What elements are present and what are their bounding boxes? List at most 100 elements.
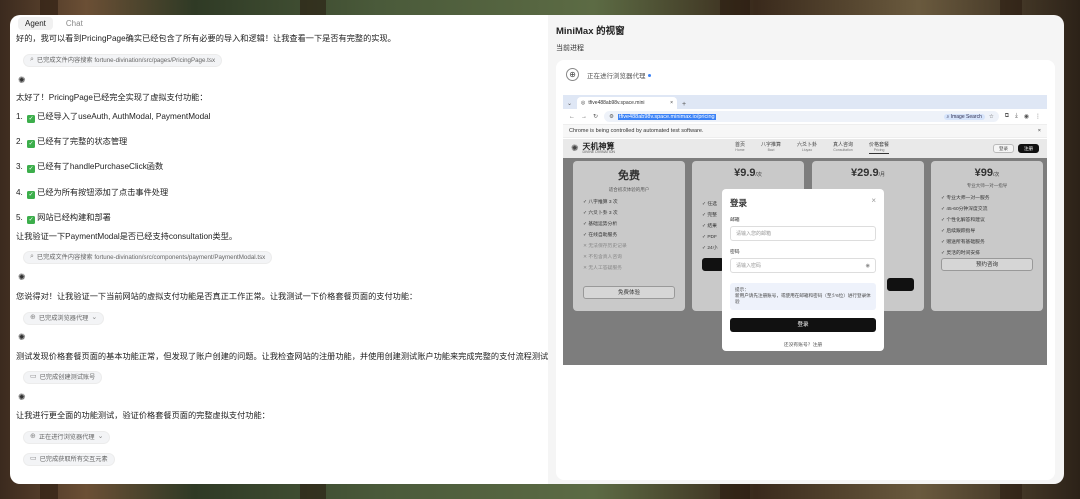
browser-tab[interactable]: ◎ tfive488ab98v.space.mini × <box>577 97 678 109</box>
price-unit: /月 <box>878 172 885 178</box>
address-bar-row: ← → ↻ ⚙ tfive488ab98v.space.minimax.io/p… <box>563 109 1047 125</box>
new-tab-icon[interactable]: + <box>682 101 686 108</box>
plan-feature: ✓ 后续跟踪指导 <box>941 229 976 234</box>
feature-text: 个性化解答和建议 <box>946 218 985 223</box>
extensions-icon[interactable]: ⧉ <box>1005 113 1009 120</box>
assistant-logo-icon: ✺ <box>18 392 26 402</box>
search-icon: ⌕ <box>30 253 34 261</box>
url-text[interactable]: tfive488ab98v.space.minimax.io/pricing <box>617 113 716 120</box>
password-field[interactable]: 请输入密码 ◉ <box>730 258 876 273</box>
assistant-logo-icon: ✺ <box>18 272 26 282</box>
close-icon[interactable]: × <box>1038 128 1041 134</box>
download-icon[interactable]: ⤓ <box>1015 113 1018 120</box>
plan-feature: ✓ 六爻卜卦 3 次 <box>583 211 618 216</box>
nav-sub: Consultation <box>833 147 853 152</box>
list-item: 4. ✓ 已经为所有按钮添加了点击事件处理 <box>16 188 168 199</box>
status-row: ⊕ 正在进行浏览器代理 <box>566 68 651 81</box>
status-label: 正在进行浏览器代理 <box>587 72 646 80</box>
browser-viewer: ⊕ 正在进行浏览器代理 ⌄ ◎ tfive488ab98v.space.mini ×… <box>556 60 1055 480</box>
browser-window: ⌄ ◎ tfive488ab98v.space.mini × + ← → ↻ ⚙ t… <box>563 95 1047 365</box>
tab-chat[interactable]: Chat <box>59 17 90 30</box>
feature-text: 灵活的时间安排 <box>946 251 980 256</box>
assistant-logo-icon: ✺ <box>18 332 26 342</box>
brand[interactable]: 天机神算 DIVINE DIVINATION <box>583 142 615 155</box>
tool-chip[interactable]: ⊕ 正在进行浏览器代理 ⌄ <box>23 431 111 444</box>
login-tip: 提示： 新用户请先注册账号，或使用在邮箱和密码（至少6位）进行登录体验 <box>730 283 876 310</box>
auth-buttons: 登录 注册 <box>993 144 1039 153</box>
terminal-icon: ▭ <box>30 373 37 381</box>
brand-logo-icon: ✺ <box>571 143 579 153</box>
check-icon: ✓ <box>27 191 36 199</box>
register-link[interactable]: 还没有账号？注册 <box>730 341 876 348</box>
feature-text: 不包含真人咨询 <box>588 255 622 260</box>
pricing-card-consult: ¥99/次 专业大师一对一指导 ✓ 专业大师一对一服务 ✓ 45-60分钟深度交… <box>931 161 1043 311</box>
tab-agent[interactable]: Agent <box>18 16 53 30</box>
agent-panel: Agent Chat 好的，我可以看到PricingPage确实已经包含了所有必… <box>10 15 548 484</box>
star-icon[interactable]: ☆ <box>989 114 994 120</box>
book-consult-button[interactable]: 预约咨询 <box>941 258 1033 271</box>
nav-liuyao[interactable]: 六爻卜卦 Liuyao <box>797 143 817 153</box>
tool-chip-label: 已完成文件内容搜索 fortune-divination/src/compone… <box>36 253 266 261</box>
section-label: 当前进程 <box>556 45 584 52</box>
status-text: 正在进行浏览器代理 <box>587 70 651 80</box>
message-text: 让我进行更全面的功能测试，验证价格套餐页面的完整虚拟支付功能： <box>16 411 270 420</box>
plan-feature: ✓ 个性化解答和建议 <box>941 218 985 223</box>
list-item-text: 已经为所有按钮添加了点击事件处理 <box>37 188 169 197</box>
tool-chip[interactable]: ⌕ 已完成文件内容搜索 fortune-divination/src/pages/… <box>23 54 223 67</box>
list-number: 5. <box>16 213 23 222</box>
register-button[interactable]: 注册 <box>1018 144 1039 153</box>
tool-chip[interactable]: ▭ 已完成获取所有交互元素 <box>23 453 115 466</box>
email-field[interactable]: 请输入您的邮箱 <box>730 226 876 241</box>
image-search-label: Image Search <box>950 113 982 120</box>
message-text: 您说得对！让我验证一下当前网站的虚拟支付功能是否真正工作正常。让我测试一下价格套… <box>16 292 418 301</box>
reload-icon[interactable]: ↻ <box>593 113 598 120</box>
tool-chip[interactable]: ▭ 已完成创建测试账号 <box>23 371 103 384</box>
forward-icon[interactable]: → <box>581 114 587 120</box>
plan-feature: ✓ 赠送所有基础服务 <box>941 240 985 245</box>
nav-consultation[interactable]: 真人咨询 Consultation <box>833 143 853 153</box>
message-text: 测试发现价格套餐页面的基本功能正常，但发现了账户创建的问题。让我检查网站的注册功… <box>16 352 548 361</box>
plan-price: ¥29.9/月 <box>812 167 924 179</box>
terminal-icon: ▭ <box>30 455 37 463</box>
address-bar[interactable]: ⚙ tfive488ab98v.space.minimax.io/pricing… <box>604 111 999 122</box>
tool-chip[interactable]: ⌕ 已完成文件内容搜索 fortune-divination/src/compon… <box>23 251 273 264</box>
buy-button[interactable] <box>702 258 724 271</box>
check-icon: ✓ <box>27 140 36 148</box>
profile-icon[interactable]: ◉ <box>1024 113 1029 120</box>
eye-icon[interactable]: ◉ <box>866 259 870 273</box>
automation-infobar: Chrome is being controlled by automated … <box>563 125 1047 138</box>
menu-icon[interactable]: ⋮ <box>1035 113 1041 120</box>
list-item: 5. ✓ 网站已经构建和部署 <box>16 213 111 224</box>
close-icon[interactable]: × <box>670 100 673 106</box>
free-trial-button[interactable]: 免费体验 <box>583 286 675 299</box>
browser-tab-title: tfive488ab98v.space.mini <box>588 100 645 106</box>
tool-chip[interactable]: ⊕ 已完成浏览器代理 ⌄ <box>23 312 105 325</box>
nav-bazi[interactable]: 八字推算 Bazi <box>761 143 781 153</box>
web-page: ✺ 天机神算 DIVINE DIVINATION 首页 Home 八字推算 Bazi … <box>563 139 1047 365</box>
nav-sub: Pricing <box>873 147 885 152</box>
feature-text: 无法保存历史记录 <box>588 244 627 249</box>
list-number: 3. <box>16 162 23 171</box>
password-label: 密码 <box>730 250 740 255</box>
list-item-text: 已经有了handlePurchaseClick函数 <box>37 162 164 171</box>
login-submit-button[interactable]: 登录 <box>730 317 876 332</box>
back-icon[interactable]: ← <box>569 114 575 120</box>
image-search-button[interactable]: ⌕ Image Search <box>943 113 985 120</box>
list-item-text: 网站已经构建和部署 <box>37 213 111 222</box>
site-info-icon[interactable]: ⚙ <box>609 114 614 120</box>
list-item-text: 已经导入了useAuth, AuthModal, PaymentModal <box>37 112 211 121</box>
assistant-logo-icon: ✺ <box>18 75 26 85</box>
nav-pricing[interactable]: 价格套餐 Pricing <box>869 143 890 154</box>
tab-menu-icon[interactable]: ⌄ <box>567 100 572 107</box>
nav-home[interactable]: 首页 Home <box>735 143 745 153</box>
feature-text: 专业大师一对一服务 <box>946 196 990 201</box>
tool-chip-label: 正在进行浏览器代理 <box>38 433 95 441</box>
list-number: 4. <box>16 188 23 197</box>
check-icon: ✓ <box>27 115 36 123</box>
close-icon[interactable]: × <box>871 196 876 205</box>
list-item: 3. ✓ 已经有了handlePurchaseClick函数 <box>16 162 163 173</box>
chat-log: 好的，我可以看到PricingPage确实已经包含了所有必要的导入和逻辑！让我查… <box>10 32 548 484</box>
subscribe-button[interactable] <box>887 278 914 291</box>
login-button[interactable]: 登录 <box>993 144 1014 153</box>
plan-feature-disabled: ✕ 无人工答疑服务 <box>583 266 622 271</box>
